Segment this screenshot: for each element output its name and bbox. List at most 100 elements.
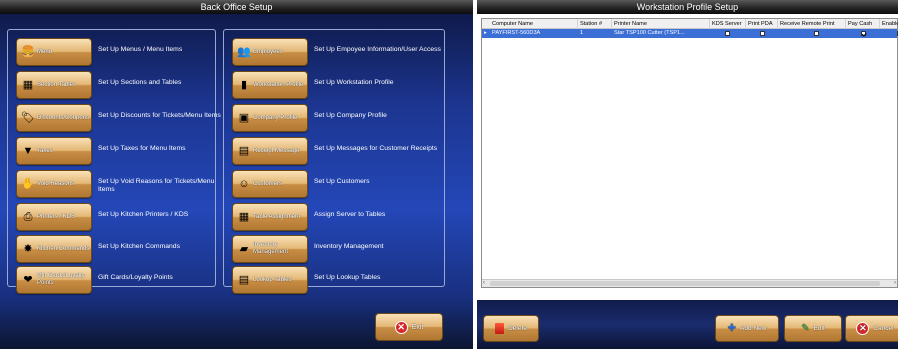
option-row: ▦ Section Tables Set Up Sections and Table… [8, 71, 215, 103]
option-label: Company Profile [253, 114, 298, 121]
column-header[interactable]: Print PDA [746, 19, 778, 29]
option-description: Set Up Company Profile [314, 112, 387, 119]
workstation-title: Workstation Profile Setup [477, 0, 898, 14]
cell-computer-name: PAYFIRST-560D3A [492, 30, 541, 36]
inventory-icon: ▰ [239, 242, 249, 255]
cell-printer-name: Star TSP100 Cutter (TSP1... [614, 30, 685, 36]
section-tables-button[interactable]: ▦ Section Tables [16, 71, 92, 99]
delete-label: Delete [508, 325, 527, 332]
option-row: ▦ Table Assignment Assign Server to Tables [224, 203, 444, 235]
option-label: Discounts/Coupons [37, 114, 90, 121]
lookup-tables-button[interactable]: ▤ Lookup Tables [232, 266, 308, 294]
discounts-coupons-button[interactable]: 🏷 Discounts/Coupons [16, 104, 92, 132]
option-description: Set Up Discounts for Tickets/Menu Items [98, 112, 221, 119]
option-row: ▤ Lookup Tables Set Up Lookup Tables [224, 266, 444, 298]
table-assignment-button[interactable]: ▦ Table Assignment [232, 203, 308, 231]
right-options-column: 👥 Employees Set Up Empoyee Information/Use… [223, 29, 445, 294]
option-label: Gift Cards/Loyalty Points [37, 273, 85, 286]
option-row: ▤ Receipt Message Set Up Messages for Cust… [224, 137, 444, 169]
scroll-left-icon[interactable]: ‹ [483, 280, 485, 287]
table-row[interactable]: ▸ PAYFIRST-560D3A 1 Star TSP100 Cutter (… [482, 29, 898, 38]
cancel-icon: ✕ [856, 322, 870, 335]
gift-cards-loyalty-points-button[interactable]: ❤ Gift Cards/Loyalty Points [16, 266, 92, 294]
menu-icon: 🍔 [21, 45, 35, 58]
column-header[interactable]: Enable [880, 19, 898, 29]
column-header[interactable]: Pay Cash [846, 19, 880, 29]
exit-button[interactable]: ✕ Exit [375, 313, 443, 341]
trash-icon [495, 323, 505, 334]
cash-checkbox[interactable] [859, 29, 869, 38]
pda-checkbox[interactable] [758, 29, 768, 38]
employees-button[interactable]: 👥 Employees [232, 38, 308, 66]
option-description: Set Up Customers [314, 178, 370, 185]
option-label: Receipt Message [253, 147, 300, 154]
kitchen-icon: ✸ [23, 242, 33, 255]
remote-checkbox[interactable] [812, 29, 822, 38]
workstation-grid[interactable]: Computer Name Station # Printer Name KDS Se… [481, 18, 898, 288]
option-description: Set Up Kitchen Printers / KDS [98, 211, 189, 218]
option-label: Table Assignment [253, 213, 301, 220]
void-reasons-button[interactable]: ✋ Void Reasons [16, 170, 92, 198]
option-description: Set Up Void Reasons for Tickets/Menu Ite… [98, 178, 215, 193]
option-row: ✋ Void Reasons Set Up Void Reasons for Tic… [8, 170, 215, 202]
option-description: Set Up Taxes for Menu Items [98, 145, 186, 152]
tax-icon: ▼ [22, 144, 34, 157]
option-label: Employees [253, 48, 283, 55]
kds-checkbox[interactable] [723, 29, 733, 38]
left-options-column: 🍔 Menu Set Up Menus / Menu Items ▦ Section T… [7, 29, 221, 294]
workstation-window: Workstation Profile Setup Computer Name S… [477, 0, 898, 349]
edit-button[interactable]: ✎ Edit [784, 315, 842, 342]
printers-kds-button[interactable]: ⎙ Printers / KDS [16, 203, 92, 231]
scroll-right-icon[interactable]: › [894, 280, 896, 287]
column-header[interactable]: Station # [578, 19, 612, 29]
option-row: ✸ Kitchen Commands Set Up Kitchen Commands [8, 235, 215, 267]
option-row: ▣ Company Profile Set Up Company Profile [224, 104, 444, 136]
option-description: Set Up Lookup Tables [314, 274, 381, 281]
horizontal-scrollbar[interactable]: ‹ › [482, 279, 897, 287]
add-new-label: Add New [740, 325, 767, 332]
option-label: Taxes [37, 147, 53, 154]
column-header[interactable]: KDS Server [710, 19, 746, 29]
printer-icon: ⎙ [23, 210, 33, 223]
delete-button[interactable]: Delete [483, 315, 539, 342]
option-description: Set Up Messages for Customer Receipts [314, 145, 438, 152]
option-row: ☺ Customers Set Up Customers [224, 170, 444, 202]
action-bar: Delete ✚ Add New ✎ Edit ✕ Cancel [477, 300, 898, 349]
kitchen-commands-button[interactable]: ✸ Kitchen Commands [16, 235, 92, 263]
option-description: Set Up Sections and Tables [98, 79, 182, 86]
receipt-message-button[interactable]: ▤ Receipt Message [232, 137, 308, 165]
grid-header: Computer Name Station # Printer Name KDS Se… [482, 19, 898, 29]
option-row: 👥 Employees Set Up Empoyee Information/Use… [224, 38, 444, 70]
company-profile-button[interactable]: ▣ Company Profile [232, 104, 308, 132]
option-description: Set Up Menus / Menu Items [98, 46, 183, 53]
customers-button[interactable]: ☺ Customers [232, 170, 308, 198]
close-icon: ✕ [394, 320, 408, 334]
option-label: Menu [37, 48, 53, 55]
column-header[interactable]: Printer Name [612, 19, 710, 29]
option-description: Inventory Management [314, 243, 384, 250]
column-header[interactable]: Computer Name [490, 19, 578, 29]
edit-icon: ✎ [801, 323, 810, 334]
option-label: Printers / KDS [37, 213, 76, 220]
option-row: ❤ Gift Cards/Loyalty Points Gift Cards/Loy… [8, 266, 215, 298]
cancel-button[interactable]: ✕ Cancel [845, 315, 898, 342]
column-header[interactable]: Receive Remote Print [778, 19, 846, 29]
workstation-profile-button[interactable]: ▮ Workstation Profile [232, 71, 308, 99]
menu-button[interactable]: 🍔 Menu [16, 38, 92, 66]
add-icon: ✚ [727, 323, 736, 334]
cancel-label: Cancel [873, 325, 894, 332]
receipt-icon: ▤ [238, 144, 250, 157]
option-description: Set Up Empoyee Information/User Access [314, 46, 441, 53]
back-office-title: Back Office Setup [0, 0, 473, 14]
option-description: Set Up Workstation Profile [314, 79, 394, 86]
option-row: 🍔 Menu Set Up Menus / Menu Items [8, 38, 215, 70]
add-new-button[interactable]: ✚ Add New [715, 315, 779, 342]
option-description: Assign Server to Tables [314, 211, 386, 218]
option-description: Gift Cards/Loyalty Points [98, 274, 173, 281]
employees-icon: 👥 [237, 45, 251, 58]
option-label: Kitchen Commands [37, 245, 90, 252]
taxes-button[interactable]: ▼ Taxes [16, 137, 92, 165]
inventory-management-button[interactable]: ▰ Inventory Management [232, 235, 308, 263]
scrollbar-thumb[interactable] [490, 281, 880, 286]
workstation-icon: ▮ [240, 78, 248, 91]
